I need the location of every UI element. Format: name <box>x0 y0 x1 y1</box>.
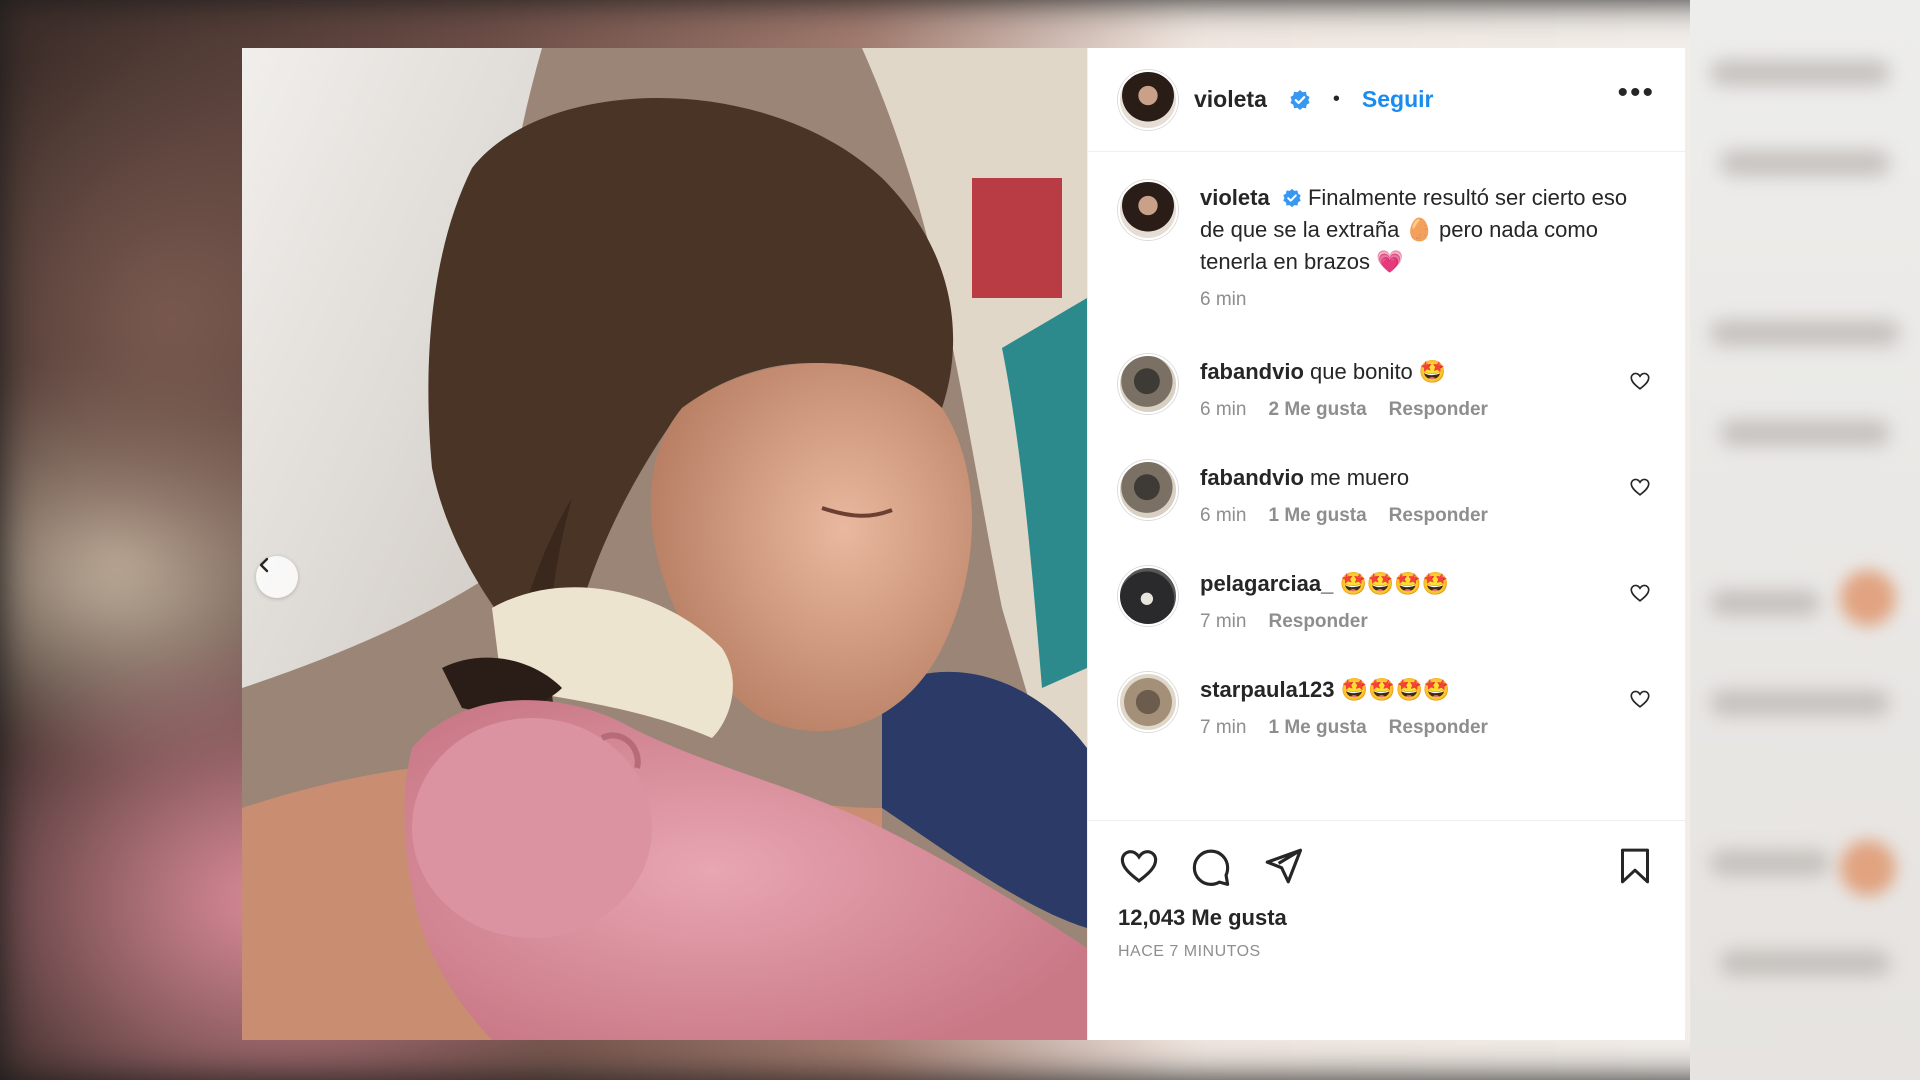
blurred-text <box>1720 150 1890 176</box>
reply-button[interactable]: Responder <box>1389 500 1488 532</box>
comments-list: violeta Finalmente resultó ser cierto es… <box>1088 152 1685 820</box>
comment-likes[interactable]: 1 Me gusta <box>1268 712 1366 744</box>
comment-text: 🤩🤩🤩🤩 <box>1340 677 1451 702</box>
comment-row: starpaula123 🤩🤩🤩🤩 7 min 1 Me gusta Respo… <box>1118 672 1655 744</box>
blurred-emoji <box>1840 570 1896 626</box>
blurred-text <box>1710 320 1900 346</box>
comment-time: 6 min <box>1200 399 1247 420</box>
caption: violeta Finalmente resultó ser cierto es… <box>1118 180 1655 316</box>
comment-time: 7 min <box>1200 611 1247 632</box>
author-avatar[interactable] <box>1118 69 1178 130</box>
comment-likes[interactable]: 2 Me gusta <box>1268 394 1366 426</box>
share-icon[interactable] <box>1262 845 1304 887</box>
commenter-avatar[interactable] <box>1118 354 1178 414</box>
comment-text: me muero <box>1310 465 1410 490</box>
blurred-text <box>1710 60 1890 86</box>
reply-button[interactable]: Responder <box>1268 606 1367 638</box>
comment-time: 6 min <box>1200 505 1247 526</box>
verified-badge-icon <box>1290 89 1310 110</box>
post-header: violeta • Seguir ••• <box>1088 48 1685 152</box>
verified-badge-icon <box>1283 188 1301 208</box>
more-options-icon[interactable]: ••• <box>1617 77 1655 122</box>
post-sidebar: violeta • Seguir ••• violeta Finalmente <box>1087 48 1685 1040</box>
comment-row: pelagarciaa_ 🤩🤩🤩🤩 7 min Responder <box>1118 566 1655 638</box>
chevron-left-icon <box>259 557 269 573</box>
post-actions: 12,043 Me gusta HACE 7 MINUTOS <box>1088 820 1685 1040</box>
comment-time: 7 min <box>1200 717 1247 738</box>
blurred-text <box>1710 590 1820 616</box>
comment-text: que bonito 🤩 <box>1310 359 1447 384</box>
caption-author-username[interactable]: violeta <box>1200 185 1270 210</box>
commenter-username[interactable]: starpaula123 <box>1200 677 1335 702</box>
likes-count[interactable]: 12,043 Me gusta <box>1118 905 1655 931</box>
comment-likes[interactable]: 1 Me gusta <box>1268 500 1366 532</box>
comment-row: fabandvio me muero 6 min 1 Me gusta Resp… <box>1118 460 1655 532</box>
comment-row: fabandvio que bonito 🤩 6 min 2 Me gusta … <box>1118 354 1655 426</box>
photo-illustration <box>242 48 1087 1040</box>
comment-icon[interactable] <box>1190 845 1232 887</box>
commenter-avatar[interactable] <box>1118 566 1178 626</box>
post-photo <box>242 48 1087 1040</box>
commenter-username[interactable]: fabandvio <box>1200 465 1304 490</box>
post-timestamp: HACE 7 MINUTOS <box>1118 943 1261 960</box>
caption-time: 6 min <box>1200 289 1247 310</box>
blurred-text <box>1720 420 1890 446</box>
follow-button[interactable]: Seguir <box>1362 86 1434 113</box>
reply-button[interactable]: Responder <box>1389 394 1488 426</box>
author-username[interactable]: violeta <box>1194 86 1267 113</box>
blurred-text <box>1720 950 1890 976</box>
previous-photo-button[interactable] <box>256 556 298 598</box>
commenter-username[interactable]: pelagarciaa_ <box>1200 571 1333 596</box>
separator-dot: • <box>1332 88 1340 110</box>
blurred-text <box>1710 690 1890 716</box>
blurred-background-right <box>1690 0 1920 1080</box>
comment-like-heart-icon[interactable] <box>1629 582 1651 604</box>
reply-button[interactable]: Responder <box>1389 712 1488 744</box>
commenter-username[interactable]: fabandvio <box>1200 359 1304 384</box>
comment-like-heart-icon[interactable] <box>1629 370 1651 392</box>
blurred-emoji <box>1840 840 1896 896</box>
bookmark-icon[interactable] <box>1615 846 1655 886</box>
comment-like-heart-icon[interactable] <box>1629 688 1651 710</box>
commenter-avatar[interactable] <box>1118 460 1178 520</box>
heart-icon[interactable] <box>1118 845 1160 887</box>
comment-like-heart-icon[interactable] <box>1629 476 1651 498</box>
comment-text: 🤩🤩🤩🤩 <box>1339 571 1450 596</box>
caption-author-avatar[interactable] <box>1118 180 1178 240</box>
commenter-avatar[interactable] <box>1118 672 1178 732</box>
instagram-post: violeta • Seguir ••• violeta Finalmente <box>242 48 1685 1040</box>
blurred-text <box>1710 850 1830 876</box>
